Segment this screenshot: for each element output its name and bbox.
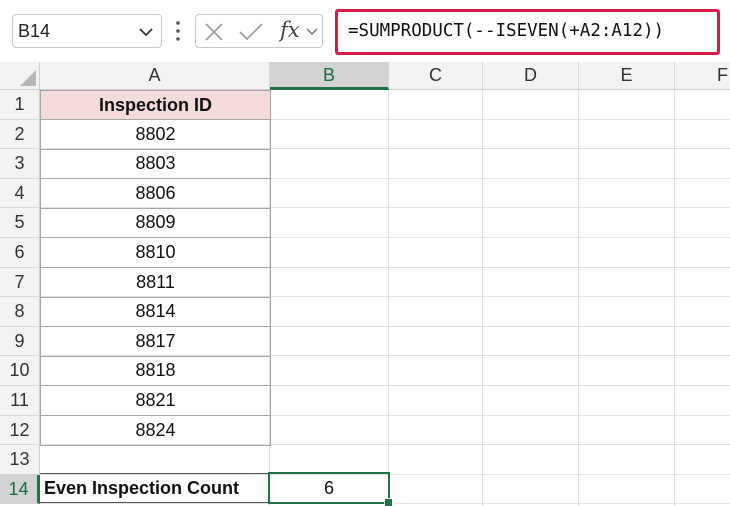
gridline-col [482, 90, 483, 506]
column-header-c[interactable]: C [389, 62, 483, 90]
cell-a6-inspection-id[interactable]: 8810 [40, 238, 271, 269]
worksheet-grid[interactable]: A B C D E F 1 2 3 4 5 6 7 8 9 10 11 12 13 14 Inspecti… [0, 62, 730, 506]
name-box[interactable]: B14 [12, 14, 162, 48]
row-header-7[interactable]: 7 [0, 267, 40, 298]
enter-check-icon[interactable] [238, 22, 264, 42]
cell-a3-inspection-id[interactable]: 8803 [40, 149, 271, 180]
name-box-value: B14 [18, 21, 51, 41]
cell-a11-inspection-id[interactable]: 8821 [40, 386, 271, 417]
fill-handle[interactable] [384, 498, 393, 506]
cell-a12-inspection-id[interactable]: 8824 [40, 415, 271, 446]
cell-a2-inspection-id[interactable]: 8802 [40, 119, 271, 150]
cell-a10-inspection-id[interactable]: 8818 [40, 356, 271, 387]
cell-a14-label[interactable]: Even Inspection Count [40, 473, 270, 503]
row-header-12[interactable]: 12 [0, 415, 40, 446]
row-header-13[interactable]: 13 [0, 445, 40, 475]
column-header-d[interactable]: D [483, 62, 579, 90]
row-header-11[interactable]: 11 [0, 386, 40, 416]
column-header-b[interactable]: B [270, 62, 389, 90]
gridline-col [578, 90, 579, 506]
formula-text: =SUMPRODUCT(--ISEVEN(+A2:A12)) [348, 21, 665, 41]
formula-input[interactable]: =SUMPRODUCT(--ISEVEN(+A2:A12)) [335, 9, 720, 55]
row-header-2[interactable]: 2 [0, 119, 40, 150]
row-header-9[interactable]: 9 [0, 326, 40, 357]
column-header-f[interactable]: F [675, 62, 730, 90]
cell-a7-inspection-id[interactable]: 8811 [40, 267, 271, 298]
cancel-icon[interactable] [204, 22, 224, 42]
column-header-a[interactable]: A [40, 62, 270, 90]
more-options-icon[interactable] [175, 19, 181, 43]
gridline-col [388, 90, 389, 506]
cell-a4-inspection-id[interactable]: 8806 [40, 178, 271, 209]
select-all-icon [20, 70, 36, 86]
cell-a8-inspection-id[interactable]: 8814 [40, 297, 271, 328]
row-header-6[interactable]: 6 [0, 238, 40, 268]
cell-b14-result[interactable]: 6 [268, 472, 390, 504]
row-header-8[interactable]: 8 [0, 297, 40, 327]
insert-function-icon[interactable]: fx [280, 18, 300, 42]
formula-bar-area: B14 fx =SUMPRODUCT(--ISEVEN(+A2:A12)) [0, 0, 730, 62]
row-header-4[interactable]: 4 [0, 178, 40, 209]
cell-a1-header[interactable]: Inspection ID [40, 90, 271, 120]
row-header-5[interactable]: 5 [0, 208, 40, 238]
formula-buttons: fx [195, 14, 323, 48]
column-header-e[interactable]: E [579, 62, 675, 90]
row-header-10[interactable]: 10 [0, 356, 40, 386]
chevron-down-icon[interactable] [306, 28, 318, 36]
row-header-1[interactable]: 1 [0, 90, 40, 120]
gridline-col [674, 90, 675, 506]
row-header-3[interactable]: 3 [0, 149, 40, 179]
row-header-14[interactable]: 14 [0, 474, 40, 505]
cell-a5-inspection-id[interactable]: 8809 [40, 208, 271, 239]
cell-a9-inspection-id[interactable]: 8817 [40, 326, 271, 357]
select-all-corner[interactable] [0, 62, 40, 90]
chevron-down-icon[interactable] [139, 28, 153, 37]
